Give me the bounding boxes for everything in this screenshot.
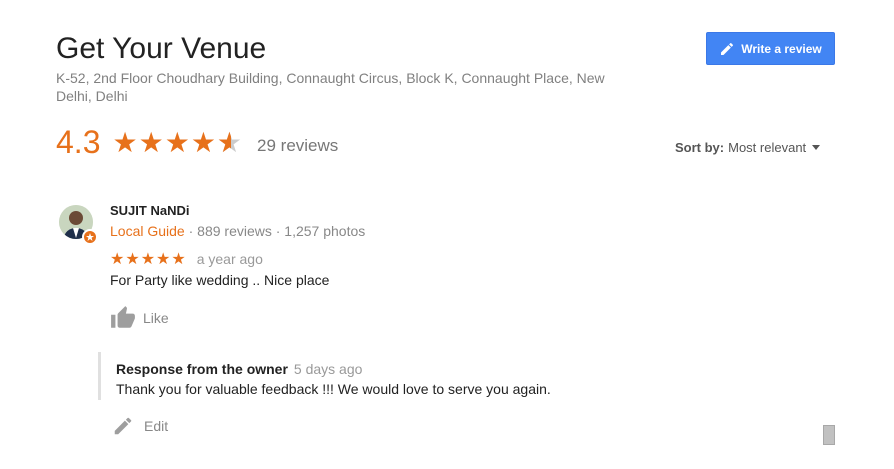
scrollbar-thumb[interactable] [823,425,835,445]
response-time: 5 days ago [293,361,363,377]
review-stars: ★★★★★ [110,251,187,268]
business-address: K-52, 2nd Floor Choudhary Building, Conn… [56,70,605,104]
pencil-icon [721,42,734,55]
star-icon: ★ [112,127,139,158]
rating-summary: 4.3 ★ ★ ★ ★ ★ ★ 29 reviews [56,124,338,161]
local-guide-badge: Local Guide [110,223,185,239]
response-header: Response from the owner 5 days ago [116,361,598,377]
rating-stars: ★ ★ ★ ★ ★ ★ [112,126,243,159]
star-icon: ★ [164,127,191,158]
reviewer-name[interactable]: SUJIT NaNDi [110,203,189,218]
sort-value: Most relevant [728,140,807,155]
edit-response-button[interactable]: Edit [112,415,168,437]
sort-label: Sort by: [675,140,725,155]
owner-response: Response from the owner 5 days ago Thank … [98,352,598,400]
thumbs-up-icon [111,306,135,328]
pencil-icon [114,417,132,435]
caret-down-icon [812,145,821,150]
star-icon: ★ [190,127,217,158]
write-review-label: Write a review [741,41,822,56]
reviewer-meta: Local Guide · 889 reviews · 1,257 photos [110,223,365,239]
review-text: For Party like wedding .. Nice place [110,272,330,288]
like-label: Like [143,310,169,326]
edit-label: Edit [144,418,169,434]
response-text: Thank you for valuable feedback !!! We w… [116,381,551,397]
review-rating: ★★★★★ a year ago [110,249,263,269]
response-heading: Response from the owner [116,361,288,377]
reviewer-stats: · 889 reviews · 1,257 photos [184,223,366,239]
business-name: Get Your Venue [56,32,267,65]
star-icon: ★ [138,127,165,158]
like-button[interactable]: Like [110,305,169,331]
sort-dropdown[interactable]: Sort by: Most relevant [675,140,821,155]
write-review-button[interactable]: Write a review [706,32,835,65]
rating-number: 4.3 [56,124,101,160]
review-count-link[interactable]: 29 reviews [257,136,338,156]
review-time: a year ago [196,251,263,267]
half-star-icon: ★ ★ [216,127,244,158]
avatar[interactable] [58,204,98,244]
